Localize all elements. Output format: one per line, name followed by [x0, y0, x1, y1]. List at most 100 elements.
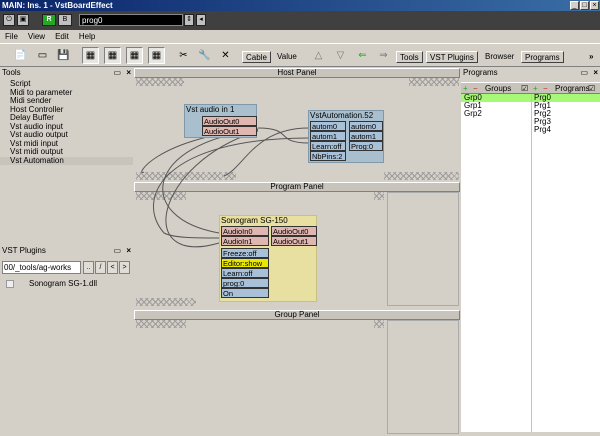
plugin-file-name: Sonogram SG-1.dll [29, 279, 98, 288]
learn-param[interactable]: Learn:off [221, 268, 269, 278]
delete-icon[interactable]: ✕ [217, 47, 234, 64]
list-item-selected[interactable]: Vst Automation [0, 156, 133, 165]
programs-title: Programs [463, 68, 498, 77]
value-button[interactable]: Value [274, 51, 300, 63]
on-param[interactable]: On [221, 288, 269, 298]
programs-check-icon[interactable]: ☑ [588, 84, 595, 93]
bypass-button[interactable]: B [58, 14, 72, 26]
layout-1-icon[interactable]: ▦ [82, 47, 99, 64]
close-icon[interactable]: × [593, 68, 598, 78]
close-icon[interactable]: × [590, 1, 599, 10]
remove-group-icon[interactable]: − [473, 84, 478, 93]
programs-toggle-button[interactable]: Programs [521, 51, 564, 63]
node-title: Vst audio in 1 [186, 105, 235, 114]
tools-icon[interactable]: ✂ [175, 47, 192, 64]
host-bar: ⏻ ▣ R B prog0 ⇕ ◂ [0, 11, 600, 30]
learn-param[interactable]: Learn:off [310, 141, 346, 151]
down-icon[interactable]: ▽ [332, 47, 349, 64]
close-icon[interactable]: × [126, 68, 131, 78]
programs-title-bar: Programs ▭ × [461, 68, 600, 78]
audio-out-pin[interactable]: AudioOut0 [271, 226, 317, 236]
layout-2-icon[interactable]: ▦ [104, 47, 121, 64]
automation-input-pin[interactable]: autom0 [310, 121, 346, 131]
tools-panel-title-bar: Tools ▭ × [0, 68, 133, 78]
vst-plugins-panel: VST Plugins ▭ × 00/_tools/ag-works .. / … [0, 246, 133, 436]
audio-out-pin[interactable]: AudioOut1 [202, 126, 257, 136]
automation-output-pin[interactable]: autom1 [349, 131, 383, 141]
tools-list: Script Midi to parameter Midi sender Hos… [0, 78, 133, 242]
programs-header: Programs [555, 84, 590, 93]
record-button[interactable]: R [42, 14, 56, 26]
layout-4-icon[interactable]: ▦ [148, 47, 165, 64]
groups-header: Groups [485, 84, 512, 93]
add-group-icon[interactable]: + [463, 84, 468, 93]
back-icon[interactable]: ⇐ [354, 47, 371, 64]
menu-edit[interactable]: Edit [50, 30, 74, 43]
parent-dir-button[interactable]: .. [83, 261, 94, 274]
node-title: VstAutomation.52 [310, 111, 374, 120]
vst-plugins-toggle-button[interactable]: VST Plugins [426, 51, 478, 63]
sonogram-node[interactable]: Sonogram SG-150 AudioIn0 AudioIn1 AudioO… [219, 215, 317, 302]
group-item[interactable]: Grp2 [464, 110, 482, 118]
path-bar: 00/_tools/ag-works .. / < > [0, 260, 133, 276]
power-icon[interactable]: ⏻ [3, 14, 15, 26]
automation-input-pin[interactable]: autom1 [310, 131, 346, 141]
menu-view[interactable]: View [23, 30, 50, 43]
column-divider [531, 94, 532, 432]
back-button[interactable]: < [107, 261, 118, 274]
programs-panel: Programs ▭ × + − Groups ☑ + − Programs ☑… [461, 68, 600, 436]
freeze-param[interactable]: Freeze:off [221, 248, 269, 258]
more-icon[interactable]: » [586, 51, 596, 63]
root-dir-button[interactable]: / [95, 261, 106, 274]
program-item[interactable]: Prg4 [534, 126, 551, 134]
tools-toggle-button[interactable]: Tools [396, 51, 423, 63]
program-spin-icon[interactable]: ⇕ [184, 14, 194, 26]
close-icon[interactable]: × [126, 246, 131, 256]
panels-area: Host Panel Program Panel Group Panel Vst… [134, 68, 460, 436]
plugin-tree-item[interactable]: Sonogram SG-1.dll [0, 278, 133, 289]
remove-program-icon[interactable]: − [543, 84, 548, 93]
layout-3-icon[interactable]: ▦ [126, 47, 143, 64]
restore-icon[interactable]: ▭ [113, 68, 121, 78]
audio-in-pin[interactable]: AudioIn1 [221, 236, 269, 246]
tools-panel: Tools ▭ × Script Midi to parameter Midi … [0, 68, 133, 242]
browser-toggle-button[interactable]: Browser [482, 51, 517, 63]
restore-icon[interactable]: ▭ [113, 246, 121, 256]
save-icon[interactable]: 💾 [55, 47, 72, 64]
groups-check-icon[interactable]: ☑ [521, 84, 528, 93]
setup-icon[interactable]: ▣ [17, 14, 29, 26]
menu-bar: File View Edit Help [0, 30, 600, 43]
automation-output-pin[interactable]: autom0 [349, 121, 383, 131]
prog-param[interactable]: Prog:0 [349, 141, 383, 151]
menu-file[interactable]: File [0, 30, 23, 43]
vst-plugins-title: VST Plugins [2, 246, 46, 255]
maximize-icon[interactable]: □ [580, 1, 589, 10]
minimize-icon[interactable]: _ [570, 1, 579, 10]
toolbar: 📄 ▭ 💾 ▦ ▦ ▦ ▦ ✂ 🔧 ✕ Cable Value △ ▽ ⇐ ⇒ … [0, 43, 600, 67]
up-icon[interactable]: △ [310, 47, 327, 64]
vst-audio-in-node[interactable]: Vst audio in 1 AudioOut0 AudioOut1 [184, 104, 257, 138]
path-input[interactable]: 00/_tools/ag-works [2, 261, 81, 274]
cable [257, 127, 310, 144]
restore-icon[interactable]: ▭ [580, 68, 588, 78]
vst-plugins-title-bar: VST Plugins ▭ × [0, 246, 133, 256]
editor-param[interactable]: Editor:show [221, 258, 269, 268]
nbpins-param[interactable]: NbPins:2 [310, 151, 346, 161]
programs-list-area: Grp0 Grp1 Grp2 Prg0 Prg1 Prg2 Prg3 Prg4 [461, 94, 600, 432]
audio-out-pin[interactable]: AudioOut0 [202, 116, 257, 126]
host-menu-icon[interactable]: ◂ [196, 14, 206, 26]
menu-help[interactable]: Help [74, 30, 100, 43]
vst-automation-node[interactable]: VstAutomation.52 autom0 autom1 Learn:off… [308, 110, 384, 163]
forward-button[interactable]: > [119, 261, 130, 274]
prog-param[interactable]: prog:0 [221, 278, 269, 288]
forward-icon[interactable]: ⇒ [375, 47, 392, 64]
program-selector[interactable]: prog0 [79, 14, 183, 26]
new-file-icon[interactable]: 📄 [12, 47, 29, 64]
audio-in-pin[interactable]: AudioIn0 [221, 226, 269, 236]
cable-button[interactable]: Cable [242, 51, 271, 63]
add-program-icon[interactable]: + [533, 84, 538, 93]
audio-out-pin[interactable]: AudioOut1 [271, 236, 317, 246]
wrench-icon[interactable]: 🔧 [196, 47, 213, 64]
window-controls: _ □ × [570, 1, 599, 10]
open-file-icon[interactable]: ▭ [34, 47, 51, 64]
